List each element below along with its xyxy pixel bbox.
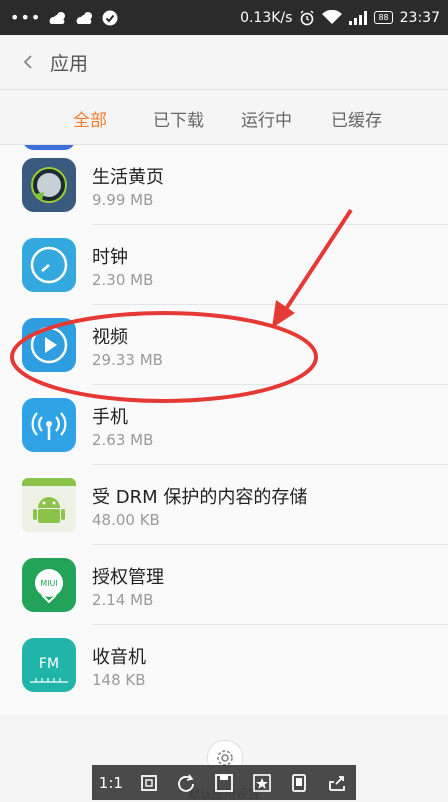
crop-icon[interactable] bbox=[138, 772, 160, 794]
fm-radio-icon: FM bbox=[22, 638, 76, 692]
app-size: 48.00 KB bbox=[92, 511, 160, 529]
app-size: 9.99 MB bbox=[92, 191, 154, 209]
app-name: 生活黄页 bbox=[92, 167, 164, 188]
clock-time: 23:37 bbox=[399, 9, 440, 26]
check-circle-icon bbox=[102, 10, 118, 25]
tab-all[interactable]: 全部 bbox=[73, 106, 107, 131]
list-item-clock[interactable]: 时钟 2.30 MB bbox=[0, 225, 448, 305]
list-item-video[interactable]: 视频 29.33 MB bbox=[0, 305, 448, 385]
screenshot-toolbar: 1:1 bbox=[92, 765, 356, 800]
save-icon[interactable] bbox=[213, 772, 235, 794]
rotate-icon[interactable] bbox=[175, 772, 197, 794]
device-icon[interactable] bbox=[288, 772, 310, 794]
app-name: 时钟 bbox=[92, 247, 128, 268]
network-speed: 0.13K/s bbox=[240, 9, 293, 26]
app-size: 148 KB bbox=[92, 671, 146, 689]
status-bar: ••• 0.13K/s 88 23:37 bbox=[0, 0, 448, 35]
ratio-button[interactable]: 1:1 bbox=[99, 772, 123, 794]
svg-text:MIUI: MIUI bbox=[40, 579, 57, 588]
app-list: 生活黄页 9.99 MB 时钟 2.30 MB 视频 29.33 MB 手机 2… bbox=[0, 145, 448, 715]
video-play-icon bbox=[22, 318, 76, 372]
weather-cloud-icon bbox=[76, 11, 93, 24]
app-size: 2.30 MB bbox=[92, 271, 154, 289]
app-size: 29.33 MB bbox=[92, 351, 163, 369]
app-name: 收音机 bbox=[92, 647, 146, 668]
back-arrow-icon[interactable] bbox=[20, 54, 36, 70]
clock-icon bbox=[22, 238, 76, 292]
app-header: 应用 bbox=[0, 35, 448, 90]
alarm-icon bbox=[300, 10, 314, 25]
wifi-icon bbox=[322, 10, 343, 24]
list-item-auth-manager[interactable]: MIUI 授权管理 2.14 MB bbox=[0, 545, 448, 625]
android-icon bbox=[22, 478, 76, 532]
app-name: 手机 bbox=[92, 407, 128, 428]
list-item-radio[interactable]: FM 收音机 148 KB bbox=[0, 625, 448, 705]
app-name: 受 DRM 保护的内容的存储 bbox=[92, 487, 308, 508]
favorite-star-icon[interactable] bbox=[251, 772, 273, 794]
weather-cloud-icon bbox=[49, 11, 66, 24]
list-item-drm-storage[interactable]: 受 DRM 保护的内容的存储 48.00 KB bbox=[0, 465, 448, 545]
miui-shield-icon: MIUI bbox=[22, 558, 76, 612]
yellow-pages-icon bbox=[22, 158, 76, 212]
battery-icon: 88 bbox=[374, 11, 393, 24]
tab-downloaded[interactable]: 已下载 bbox=[153, 106, 204, 131]
app-name: 视频 bbox=[92, 327, 128, 348]
app-name: 授权管理 bbox=[92, 567, 164, 588]
tab-running[interactable]: 运行中 bbox=[241, 106, 292, 131]
more-notifications-icon: ••• bbox=[10, 8, 42, 27]
signal-icon bbox=[349, 10, 368, 25]
svg-text:FM: FM bbox=[39, 656, 59, 672]
page-title: 应用 bbox=[50, 52, 89, 75]
share-icon[interactable] bbox=[326, 772, 348, 794]
app-size: 2.14 MB bbox=[92, 591, 154, 609]
list-item-yellow-pages[interactable]: 生活黄页 9.99 MB bbox=[0, 145, 448, 225]
list-item-phone[interactable]: 手机 2.63 MB bbox=[0, 385, 448, 465]
phone-signal-icon bbox=[22, 398, 76, 452]
tab-bar: 全部 已下载 运行中 已缓存 bbox=[0, 90, 448, 145]
tab-cached[interactable]: 已缓存 bbox=[331, 106, 382, 131]
app-size: 2.63 MB bbox=[92, 431, 154, 449]
